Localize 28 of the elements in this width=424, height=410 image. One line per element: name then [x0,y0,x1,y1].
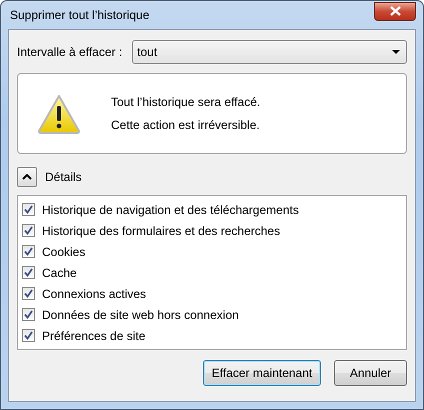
checkbox-label: Cookies [42,244,86,258]
checkbox-label: Connexions actives [42,286,146,300]
close-icon [390,6,400,16]
checkbox[interactable] [22,329,35,342]
range-dropdown[interactable]: tout [132,40,407,64]
clear-now-button[interactable]: Effacer maintenant [203,360,321,386]
caret-icon [22,174,32,180]
checkbox[interactable] [22,203,35,216]
checkbox[interactable] [22,245,35,258]
checkbox-label: Historique de navigation et des téléchargements [42,202,299,216]
warning-icon [37,94,81,134]
checkbox-label: Cache [42,266,77,280]
cancel-button[interactable]: Annuler [334,360,407,386]
range-label: Intervalle à effacer : [17,45,122,59]
checkbox[interactable] [22,287,35,300]
warning-text: Cette action est irréversible. [111,118,260,132]
checkbox-label: Historique des formulaires et des recherches [42,224,280,238]
dropdown-arrow-icon [392,50,400,54]
checkbox-label: Données de site web hors connexion [42,308,239,322]
checkbox-label: Préférences de site [42,328,146,342]
details-label: Détails [45,170,82,184]
checkbox[interactable] [22,308,35,321]
warning-text: Tout l’historique sera effacé. [111,95,260,109]
checkbox[interactable] [22,266,35,279]
details-toggle[interactable] [17,167,37,187]
checkbox[interactable] [22,224,35,237]
close-button[interactable] [374,2,416,20]
window-title: Supprimer tout l’historique [9,8,150,22]
